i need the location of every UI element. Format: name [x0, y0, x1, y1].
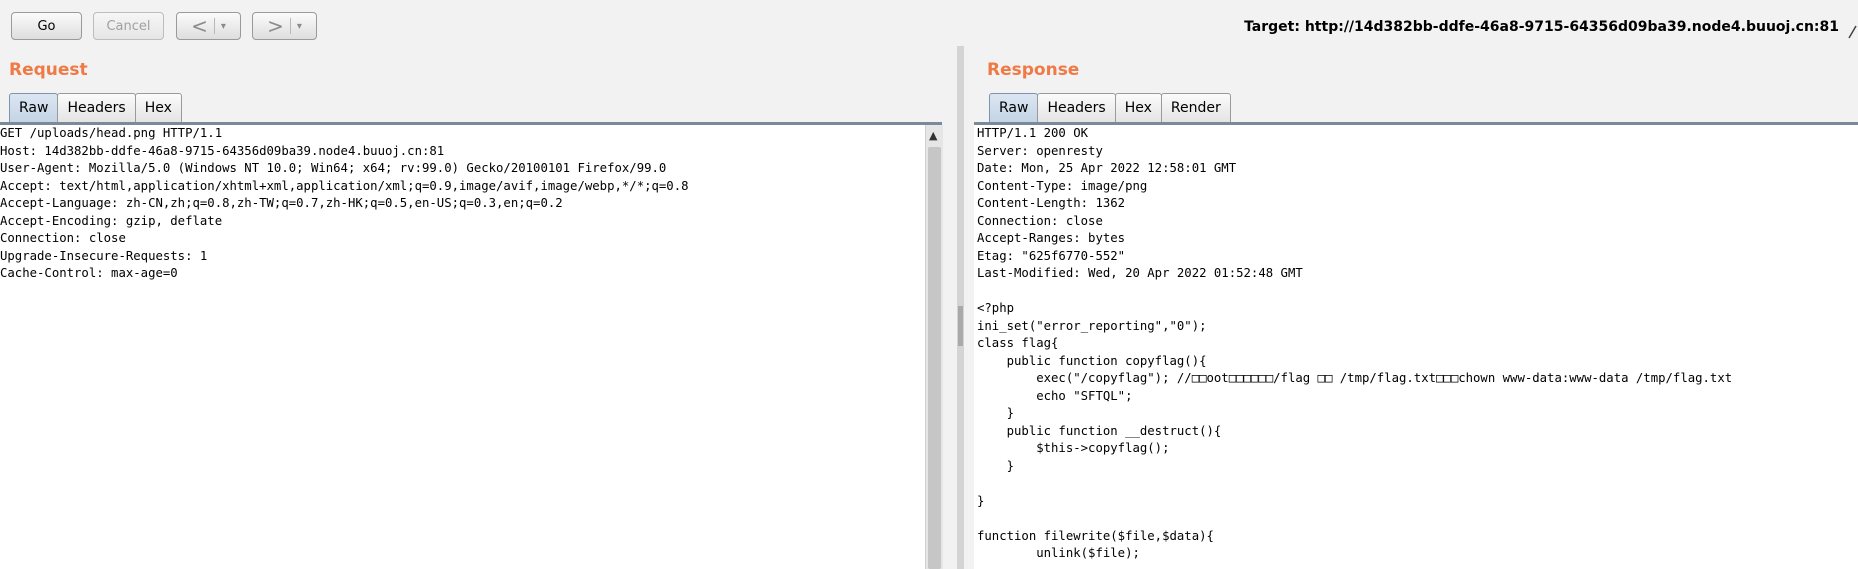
response-line: function filewrite($file,$data){ [977, 528, 1214, 543]
request-line: Accept-Language: zh-CN,zh;q=0.8,zh-TW;q=… [0, 196, 563, 210]
response-tab-hex[interactable]: Hex [1114, 93, 1162, 122]
request-tab-raw[interactable]: Raw [9, 93, 59, 122]
cancel-button[interactable]: Cancel [93, 12, 164, 40]
request-line: Host: 14d382bb-ddfe-46a8-9715-64356d09ba… [0, 143, 445, 158]
response-line: Date: Mon, 25 Apr 2022 12:58:01 GMT [977, 161, 1237, 175]
response-line: } [977, 493, 985, 508]
response-line: Server: openresty [977, 143, 1103, 158]
scrollbar-thumb[interactable] [928, 147, 941, 569]
toolbar: Go Cancel < ▾ > ▾ Target: http://14d382b… [0, 0, 1858, 46]
request-line: User-Agent: Mozilla/5.0 (Windows NT 10.0… [0, 161, 667, 175]
go-button[interactable]: Go [11, 12, 82, 40]
request-line: Accept: text/html,application/xhtml+xml,… [0, 178, 689, 193]
forward-dropdown-icon[interactable]: ▾ [297, 21, 302, 32]
response-line: Connection: close [977, 213, 1103, 228]
go-label: Go [37, 18, 56, 34]
request-line: Connection: close [0, 231, 126, 245]
response-line: class flag{ [977, 336, 1059, 350]
scroll-up-icon[interactable]: ▲ [929, 129, 937, 142]
response-line [977, 475, 1858, 493]
response-line: exec("/copyflag"); //□□oot□□□□□□/flag □□… [977, 371, 1733, 385]
response-editor[interactable]: HTTP/1.1 200 OK Server: openresty Date: … [974, 125, 1858, 569]
response-line: public function copyflag(){ [977, 353, 1207, 368]
target-url[interactable]: Target: http://14d382bb-ddfe-46a8-9715-6… [1244, 19, 1839, 35]
pane-divider[interactable] [957, 46, 964, 569]
response-line: } [977, 458, 1015, 473]
back-arrow-icon: < [191, 14, 208, 38]
response-line: <?php [977, 301, 1015, 315]
response-line: } [977, 406, 1015, 420]
response-line [977, 283, 1858, 301]
request-editor[interactable]: GET /uploads/head.png HTTP/1.1 Host: 14d… [0, 125, 925, 569]
response-line: HTTP/1.1 200 OK [977, 126, 1089, 140]
response-line [977, 510, 1858, 528]
response-line: Last-Modified: Wed, 20 Apr 2022 01:52:48… [977, 266, 1303, 280]
response-line: Etag: "625f6770-552" [977, 248, 1126, 263]
forward-button[interactable]: > ▾ [252, 12, 317, 40]
button-separator [213, 18, 215, 34]
response-tab-headers[interactable]: Headers [1037, 93, 1116, 122]
response-line: Accept-Ranges: bytes [977, 231, 1126, 245]
request-line: GET /uploads/head.png HTTP/1.1 [0, 126, 223, 140]
response-line: public function __destruct(){ [977, 423, 1222, 438]
request-tab-hex[interactable]: Hex [134, 93, 182, 122]
request-line: Accept-Encoding: gzip, deflate [0, 213, 223, 228]
response-line: unlink($file); [977, 546, 1140, 560]
request-title: Request [9, 60, 88, 80]
back-button[interactable]: < ▾ [176, 12, 241, 40]
response-line: ini_set("error_reporting","0"); [977, 318, 1207, 333]
response-tabs: Raw Headers Hex Render [989, 93, 1231, 123]
edit-target-icon[interactable] [1848, 22, 1858, 40]
response-tab-raw[interactable]: Raw [989, 93, 1039, 122]
divider-grip[interactable] [958, 306, 963, 346]
request-tabs: Raw Headers Hex [9, 93, 182, 123]
response-title: Response [987, 60, 1080, 80]
forward-arrow-icon: > [267, 14, 284, 38]
response-line: Content-Type: image/png [977, 178, 1148, 193]
back-dropdown-icon[interactable]: ▾ [221, 21, 226, 32]
response-line: Content-Length: 1362 [977, 196, 1126, 210]
button-separator [289, 18, 291, 34]
response-line: echo "SFTQL"; [977, 388, 1133, 403]
request-line: Cache-Control: max-age=0 [0, 266, 178, 280]
request-scrollbar[interactable]: ▲ [925, 125, 943, 569]
response-tab-render[interactable]: Render [1160, 93, 1231, 122]
cancel-label: Cancel [106, 18, 151, 34]
request-tab-headers[interactable]: Headers [57, 93, 136, 122]
request-line: Upgrade-Insecure-Requests: 1 [0, 248, 208, 263]
response-line: $this->copyflag(); [977, 441, 1170, 455]
